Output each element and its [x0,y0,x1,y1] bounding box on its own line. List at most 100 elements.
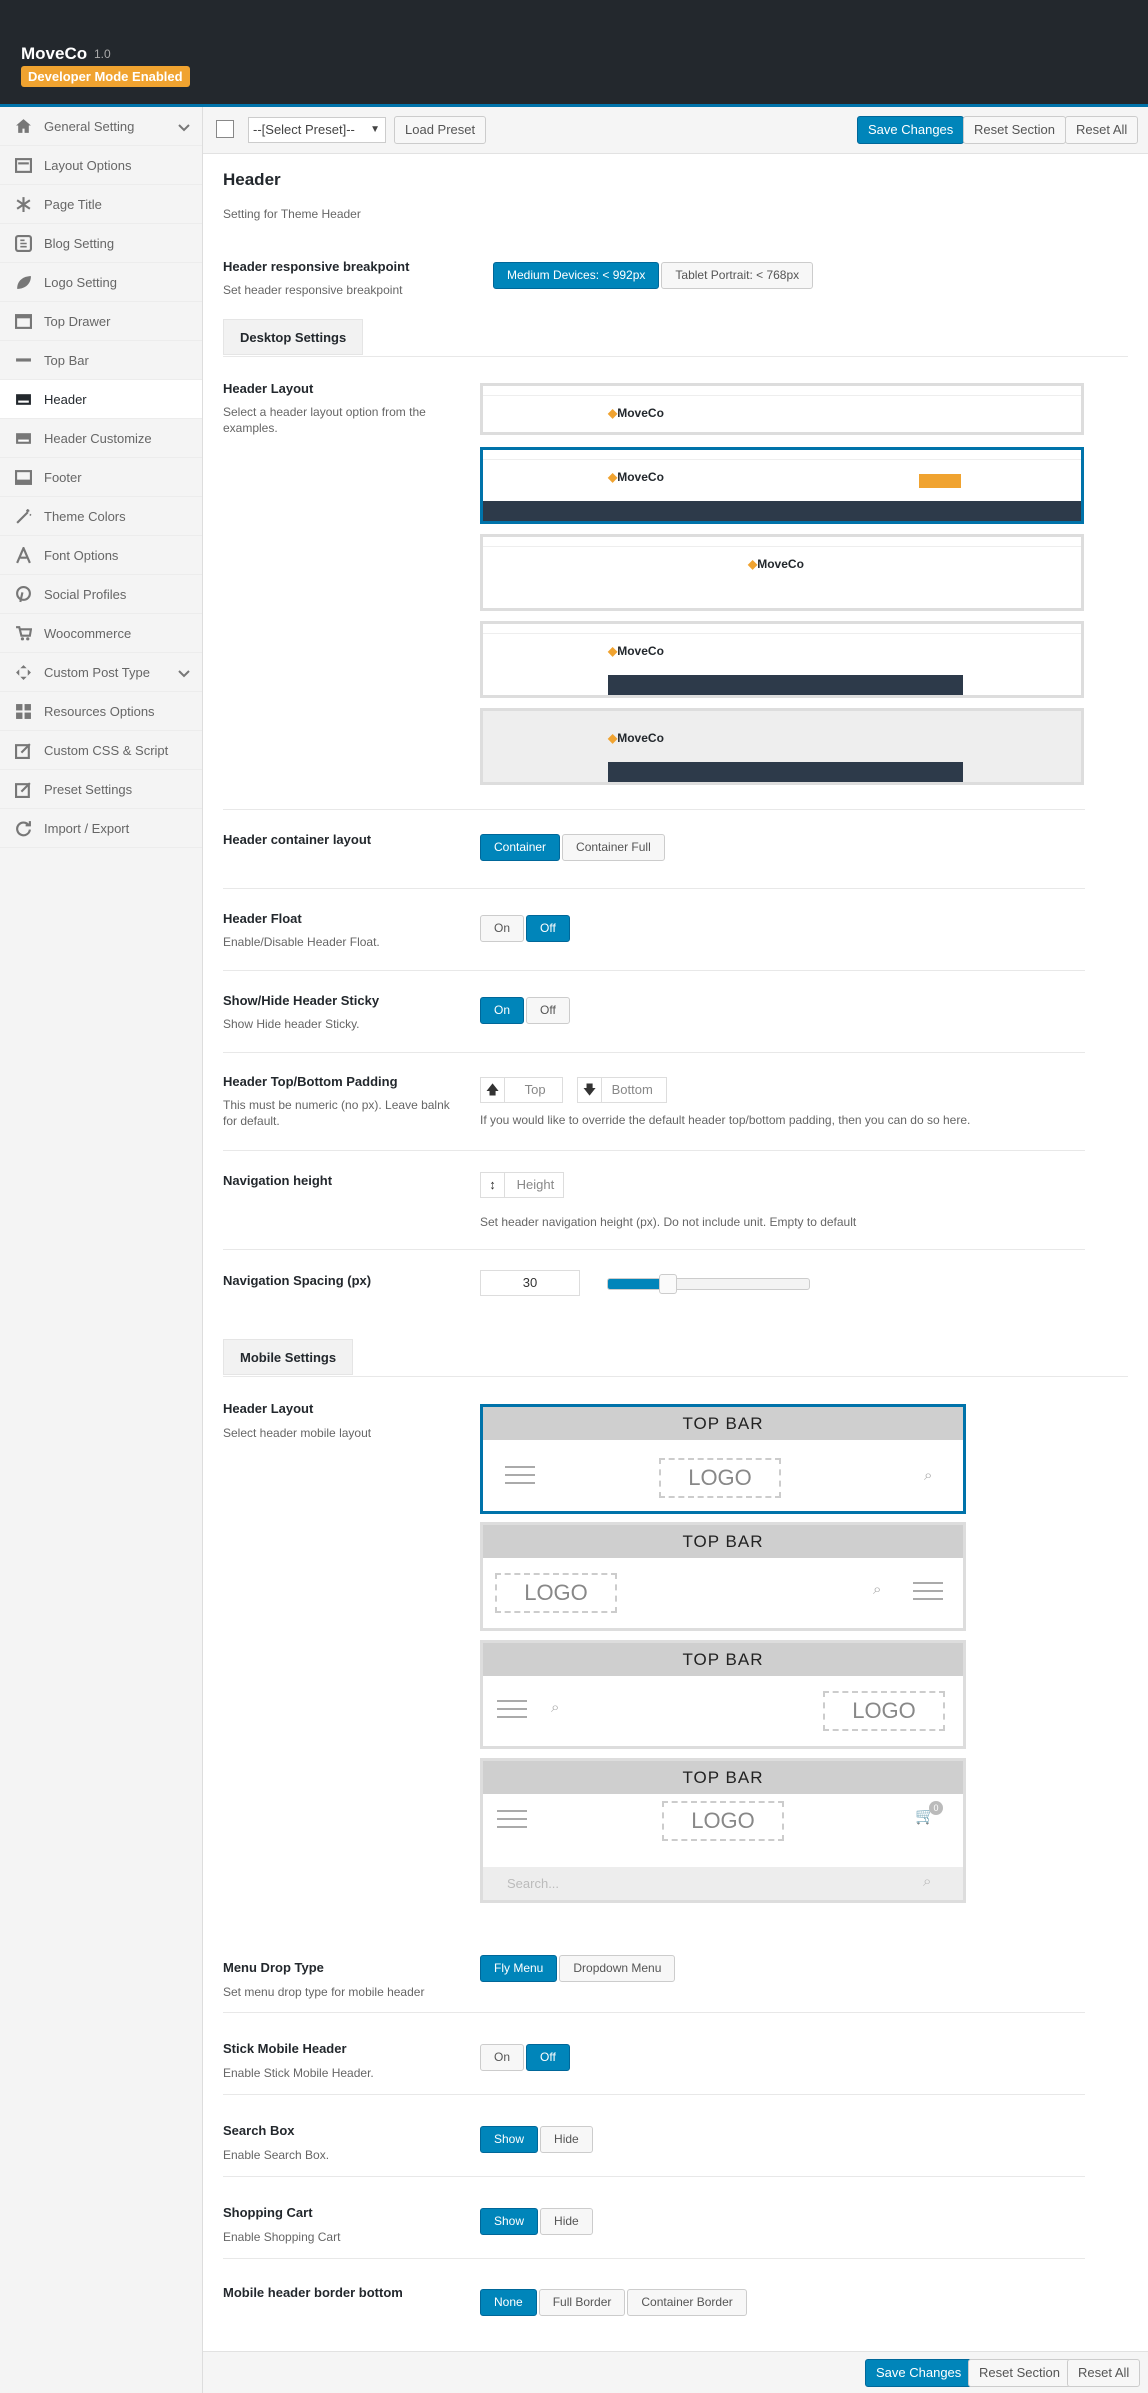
chevron-down-icon[interactable] [178,120,190,135]
shopping-cart-show[interactable]: Show [480,2208,539,2235]
padding-bottom-input[interactable]: 🡇 Bottom [577,1077,667,1103]
sidebar-item-social-profiles[interactable]: Social Profiles [0,575,202,614]
sidebar-item-custom-css-script[interactable]: Custom CSS & Script [0,731,202,770]
nav-spacing-slider[interactable] [607,1274,810,1294]
mobile-layout-option-2[interactable]: TOP BAR LOGO ⌕ [480,1522,966,1631]
header-sticky-off[interactable]: Off [526,997,570,1024]
reset-all-button-bottom[interactable]: Reset All [1067,2359,1141,2387]
header-float-off[interactable]: Off [526,915,570,942]
hamburger-icon [913,1576,943,1606]
header-layout-option-4[interactable]: ◆MoveCo [480,621,1084,698]
header-sticky-label: Show/Hide Header Sticky [223,993,380,1008]
search-icon: ⌕ [873,1581,882,1598]
section-title: Header [223,170,281,189]
options-sidebar: General Setting Layout Options Page Title B… [0,107,203,2393]
moveco-thumb-logo: ◆MoveCo [608,731,664,745]
sidebar-item-logo-setting[interactable]: Logo Setting [0,263,202,302]
fly-menu-option[interactable]: Fly Menu [480,1955,558,1982]
reset-section-button[interactable]: Reset Section [963,116,1066,144]
header-customize-icon [14,429,32,447]
stick-mobile-on[interactable]: On [480,2044,525,2071]
cart-count-badge: 0 [929,1801,943,1815]
shopping-cart-hide[interactable]: Hide [540,2208,593,2235]
search-box-show[interactable]: Show [480,2126,539,2153]
search-box-hide[interactable]: Hide [540,2126,593,2153]
sidebar-item-header[interactable]: Header [0,380,202,419]
header-float-on[interactable]: On [480,915,525,942]
padding-bottom-placeholder: Bottom [611,1082,653,1097]
sidebar-item-footer[interactable]: Footer [0,458,202,497]
admin-topbar: MoveCo 1.0 Developer Mode Enabled [0,0,1148,107]
save-changes-button[interactable]: Save Changes [857,116,965,144]
moveco-thumb-logo: ◆MoveCo [608,470,664,484]
stick-mobile-off[interactable]: Off [526,2044,570,2071]
nav-height-label: Navigation height [223,1173,333,1188]
header-card-icon [14,390,32,408]
sidebar-item-import-export[interactable]: Import / Export [0,809,202,848]
mobile-layout-option-1[interactable]: TOP BAR LOGO ⌕ [480,1404,966,1514]
sidebar-item-blog-setting[interactable]: Blog Setting [0,224,202,263]
chevron-down-icon[interactable] [178,666,190,681]
vertical-resize-icon: ↕ [481,1173,505,1197]
mobile-layout-option-4[interactable]: TOP BAR LOGO 🛒 0 Search... ⌕ [480,1758,966,1903]
sidebar-item-top-drawer[interactable]: Top Drawer [0,302,202,341]
hamburger-icon [497,1694,527,1724]
border-full-option[interactable]: Full Border [538,2289,626,2316]
header-layout-option-3[interactable]: ◆MoveCo [480,534,1084,611]
stick-mobile-desc: Enable Stick Mobile Header. [223,2066,374,2080]
breakpoint-tablet-option[interactable]: Tablet Portrait: < 768px [661,262,814,289]
sidebar-item-resources-options[interactable]: Resources Options [0,692,202,731]
container-full-option[interactable]: Container Full [562,834,665,861]
border-none-option[interactable]: None [480,2289,537,2316]
sidebar-item-label: Font Options [44,547,119,563]
mobile-layout-option-3[interactable]: TOP BAR ⌕ LOGO [480,1640,966,1749]
container-option[interactable]: Container [480,834,561,861]
desktop-settings-tab[interactable]: Desktop Settings [223,319,364,355]
load-preset-button[interactable]: Load Preset [394,116,487,144]
header-layout-option-5[interactable]: ◆MoveCo [480,708,1084,785]
reset-section-button-bottom[interactable]: Reset Section [968,2359,1071,2387]
header-sticky-on[interactable]: On [480,997,525,1024]
leaf-icon [14,273,32,291]
padding-top-input[interactable]: 🡅 Top [480,1077,563,1103]
sidebar-item-label: Resources Options [44,703,155,719]
sidebar-item-custom-post-type[interactable]: Custom Post Type [0,653,202,692]
nav-height-input[interactable]: ↕ Height [480,1172,564,1198]
sidebar-item-top-bar[interactable]: Top Bar [0,341,202,380]
reset-all-button[interactable]: Reset All [1065,116,1139,144]
sidebar-item-label: Layout Options [44,157,132,173]
padding-help: If you would like to override the defaul… [480,1113,971,1127]
preset-select[interactable]: --[Select Preset]-- ▼ [248,117,386,143]
sidebar-item-woocommerce[interactable]: Woocommerce [0,614,202,653]
footer-icon [14,468,32,486]
sidebar-item-preset-settings[interactable]: Preset Settings [0,770,202,809]
magic-wand-icon [14,507,32,525]
border-container-option[interactable]: Container Border [627,2289,747,2316]
sidebar-item-label: Top Drawer [44,313,111,329]
nav-spacing-input[interactable]: 30 [480,1270,580,1296]
asterisk-icon [14,195,32,213]
sidebar-item-page-title[interactable]: Page Title [0,185,202,224]
menu-drop-options: Fly Menu Dropdown Menu [480,1955,677,1982]
nav-spacing-label: Navigation Spacing (px) [223,1273,372,1288]
section-subtitle: Setting for Theme Header [223,207,361,221]
header-layout-option-1[interactable]: ◆MoveCo [480,383,1084,435]
mobile-settings-tab[interactable]: Mobile Settings [223,1339,354,1375]
preset-list-icon[interactable] [216,120,234,138]
sidebar-item-layout-options[interactable]: Layout Options [0,146,202,185]
breakpoint-medium-option[interactable]: Medium Devices: < 992px [493,262,660,289]
edit-icon [14,741,32,759]
mobile-logo-placeholder: LOGO [659,1458,781,1498]
header-float-label: Header Float [223,911,302,926]
sidebar-item-general-setting[interactable]: General Setting [0,107,202,146]
save-changes-button-bottom[interactable]: Save Changes [865,2359,973,2387]
nav-spacing-slider-handle[interactable] [659,1274,678,1294]
header-layout-option-2[interactable]: ◆MoveCo [480,447,1084,524]
drawer-icon [14,312,32,330]
header-sticky-toggle: On Off [480,997,572,1024]
sidebar-item-font-options[interactable]: Font Options [0,536,202,575]
dropdown-menu-option[interactable]: Dropdown Menu [559,1955,676,1982]
sidebar-item-theme-colors[interactable]: Theme Colors [0,497,202,536]
top-toolbar: --[Select Preset]-- ▼ Load Preset Save Ch… [203,107,1148,154]
sidebar-item-header-customize[interactable]: Header Customize [0,419,202,458]
